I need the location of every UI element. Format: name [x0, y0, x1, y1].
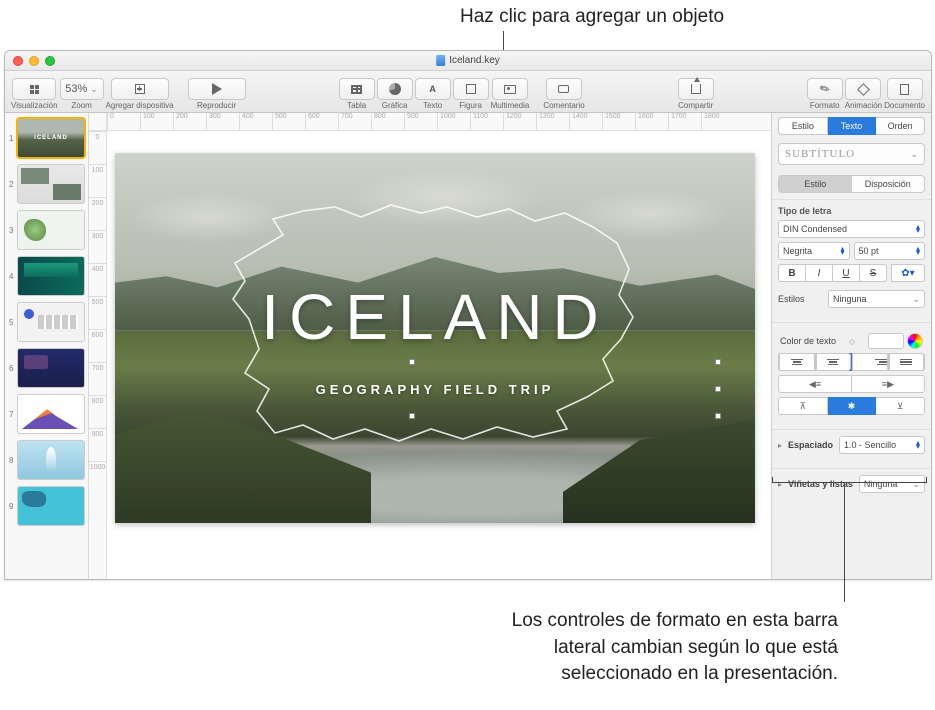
tab-text[interactable]: Texto: [828, 117, 877, 135]
shape-button[interactable]: [453, 78, 489, 100]
close-icon[interactable]: [13, 56, 23, 66]
advanced-gear-button[interactable]: ✿▾: [891, 264, 925, 282]
paragraph-style-select[interactable]: SUBTÍTULO ⌄: [778, 143, 925, 165]
brush-icon: ✎: [817, 80, 833, 97]
chevron-down-icon: ⌄: [90, 84, 98, 95]
bold-button[interactable]: B: [778, 264, 806, 282]
font-family-select[interactable]: DIN Condensed ▴▾: [778, 220, 925, 238]
plus-icon: [135, 84, 145, 94]
updown-icon: ◇: [849, 337, 855, 346]
chevron-down-icon: ⌄: [912, 294, 920, 305]
tab-text-layout[interactable]: Disposición: [852, 176, 925, 192]
toolbar: Visualización 53%⌄ Zoom Agregar disposit…: [5, 71, 931, 113]
diamond-icon: [857, 83, 870, 96]
stepper-icon: ▴▾: [916, 225, 920, 233]
slide-thumb-9[interactable]: [18, 487, 84, 525]
font-section-title: Tipo de letra: [778, 206, 925, 216]
share-icon: [691, 84, 701, 94]
tab-text-style[interactable]: Estilo: [779, 176, 852, 192]
view-button[interactable]: [12, 78, 56, 100]
canvas[interactable]: 0100200300400500600700800900100011001200…: [89, 113, 771, 579]
spacing-select[interactable]: 1.0 - Sencillo ▴▾: [839, 436, 925, 454]
minimize-icon[interactable]: [29, 56, 39, 66]
align-center-button[interactable]: [816, 353, 853, 371]
share-button[interactable]: [678, 78, 714, 100]
slide-title-text[interactable]: ICELAND: [261, 280, 608, 354]
font-face-select[interactable]: Negrita ▴▾: [778, 242, 850, 260]
slide-thumb-1[interactable]: ICELAND: [18, 119, 84, 157]
indent-button[interactable]: ≡▶: [852, 375, 925, 393]
char-style-select[interactable]: Ninguna ⌄: [828, 290, 925, 308]
valign-top-button[interactable]: ⊼: [778, 397, 828, 415]
add-slide-button[interactable]: [111, 78, 169, 100]
align-right-button[interactable]: [852, 353, 889, 371]
comment-button[interactable]: [546, 78, 582, 100]
align-left-button[interactable]: [778, 353, 816, 371]
play-icon: [212, 83, 222, 95]
horizontal-align-group[interactable]: [778, 353, 925, 371]
slide-canvas[interactable]: ICELAND GEOGRAPHY FIELD TRIP: [115, 153, 755, 523]
vertical-ruler: 01002003004005006007008009001000: [89, 131, 107, 579]
horizontal-ruler: 0100200300400500600700800900100011001200…: [107, 113, 771, 131]
shape-icon: [466, 84, 476, 94]
document-icon: [900, 84, 909, 95]
callout-top: Haz clic para agregar un objeto: [460, 6, 724, 28]
char-styles-label: Estilos: [778, 294, 822, 304]
table-icon: [351, 85, 362, 94]
slide-thumb-3[interactable]: [18, 211, 84, 249]
stepper-icon: ▴▾: [916, 247, 920, 255]
play-button[interactable]: [188, 78, 246, 100]
inspector-main-tabs[interactable]: Estilo Texto Orden: [772, 113, 931, 139]
valign-bottom-button[interactable]: ⊻: [876, 397, 925, 415]
window-title: Iceland.key: [436, 55, 500, 66]
text-color-label: Color de texto: [780, 336, 836, 346]
comment-icon: [558, 85, 569, 93]
align-justify-button[interactable]: [889, 353, 926, 371]
stepper-icon: ▴▾: [840, 247, 844, 255]
slide-thumb-6[interactable]: [18, 349, 84, 387]
slide-navigator[interactable]: 1ICELAND 2 3 4 5 6 7 8 9: [5, 113, 89, 579]
titlebar: Iceland.key: [5, 51, 931, 71]
color-wheel-button[interactable]: [907, 333, 923, 349]
callout-bottom: Los controles de formato en esta barrala…: [328, 608, 838, 688]
text-inner-tabs[interactable]: Estilo Disposición: [778, 175, 925, 193]
ruler-corner: [89, 113, 107, 131]
text-color-swatch[interactable]: [868, 333, 904, 349]
media-button[interactable]: [492, 78, 528, 100]
zoom-window-icon[interactable]: [45, 56, 55, 66]
text-icon: A: [429, 84, 436, 94]
stepper-icon: ▴▾: [916, 441, 920, 449]
selection-handles[interactable]: [115, 362, 718, 416]
slide-thumb-5[interactable]: [18, 303, 84, 341]
italic-button[interactable]: I: [806, 264, 833, 282]
chart-icon: [389, 83, 401, 95]
indent-group[interactable]: ◀≡ ≡▶: [778, 375, 925, 393]
font-size-stepper[interactable]: 50 pt ▴▾: [854, 242, 926, 260]
slide-thumb-4[interactable]: [18, 257, 84, 295]
document-button[interactable]: [887, 78, 923, 100]
traffic-lights[interactable]: [13, 56, 55, 66]
strike-button[interactable]: S: [860, 264, 887, 282]
zoom-select[interactable]: 53%⌄: [60, 78, 104, 100]
spacing-label: Espaciado: [788, 440, 833, 450]
underline-button[interactable]: U: [833, 264, 860, 282]
document-icon: [436, 55, 445, 66]
animation-button[interactable]: [845, 78, 881, 100]
tab-order[interactable]: Orden: [876, 117, 925, 135]
slide-thumb-7[interactable]: [18, 395, 84, 433]
text-button[interactable]: A: [415, 78, 451, 100]
vertical-align-group[interactable]: ⊼ ✱ ⊻: [778, 397, 925, 415]
table-button[interactable]: [339, 78, 375, 100]
valign-middle-button[interactable]: ✱: [828, 397, 877, 415]
format-button[interactable]: ✎: [807, 78, 843, 100]
tab-style[interactable]: Estilo: [778, 117, 828, 135]
outdent-button[interactable]: ◀≡: [778, 375, 852, 393]
disclosure-icon[interactable]: ▸: [778, 441, 782, 450]
slide-thumb-8[interactable]: [18, 441, 84, 479]
media-icon: [504, 85, 516, 94]
chevron-down-icon: ⌄: [910, 149, 918, 160]
chart-button[interactable]: [377, 78, 413, 100]
slide-thumb-2[interactable]: [18, 165, 84, 203]
